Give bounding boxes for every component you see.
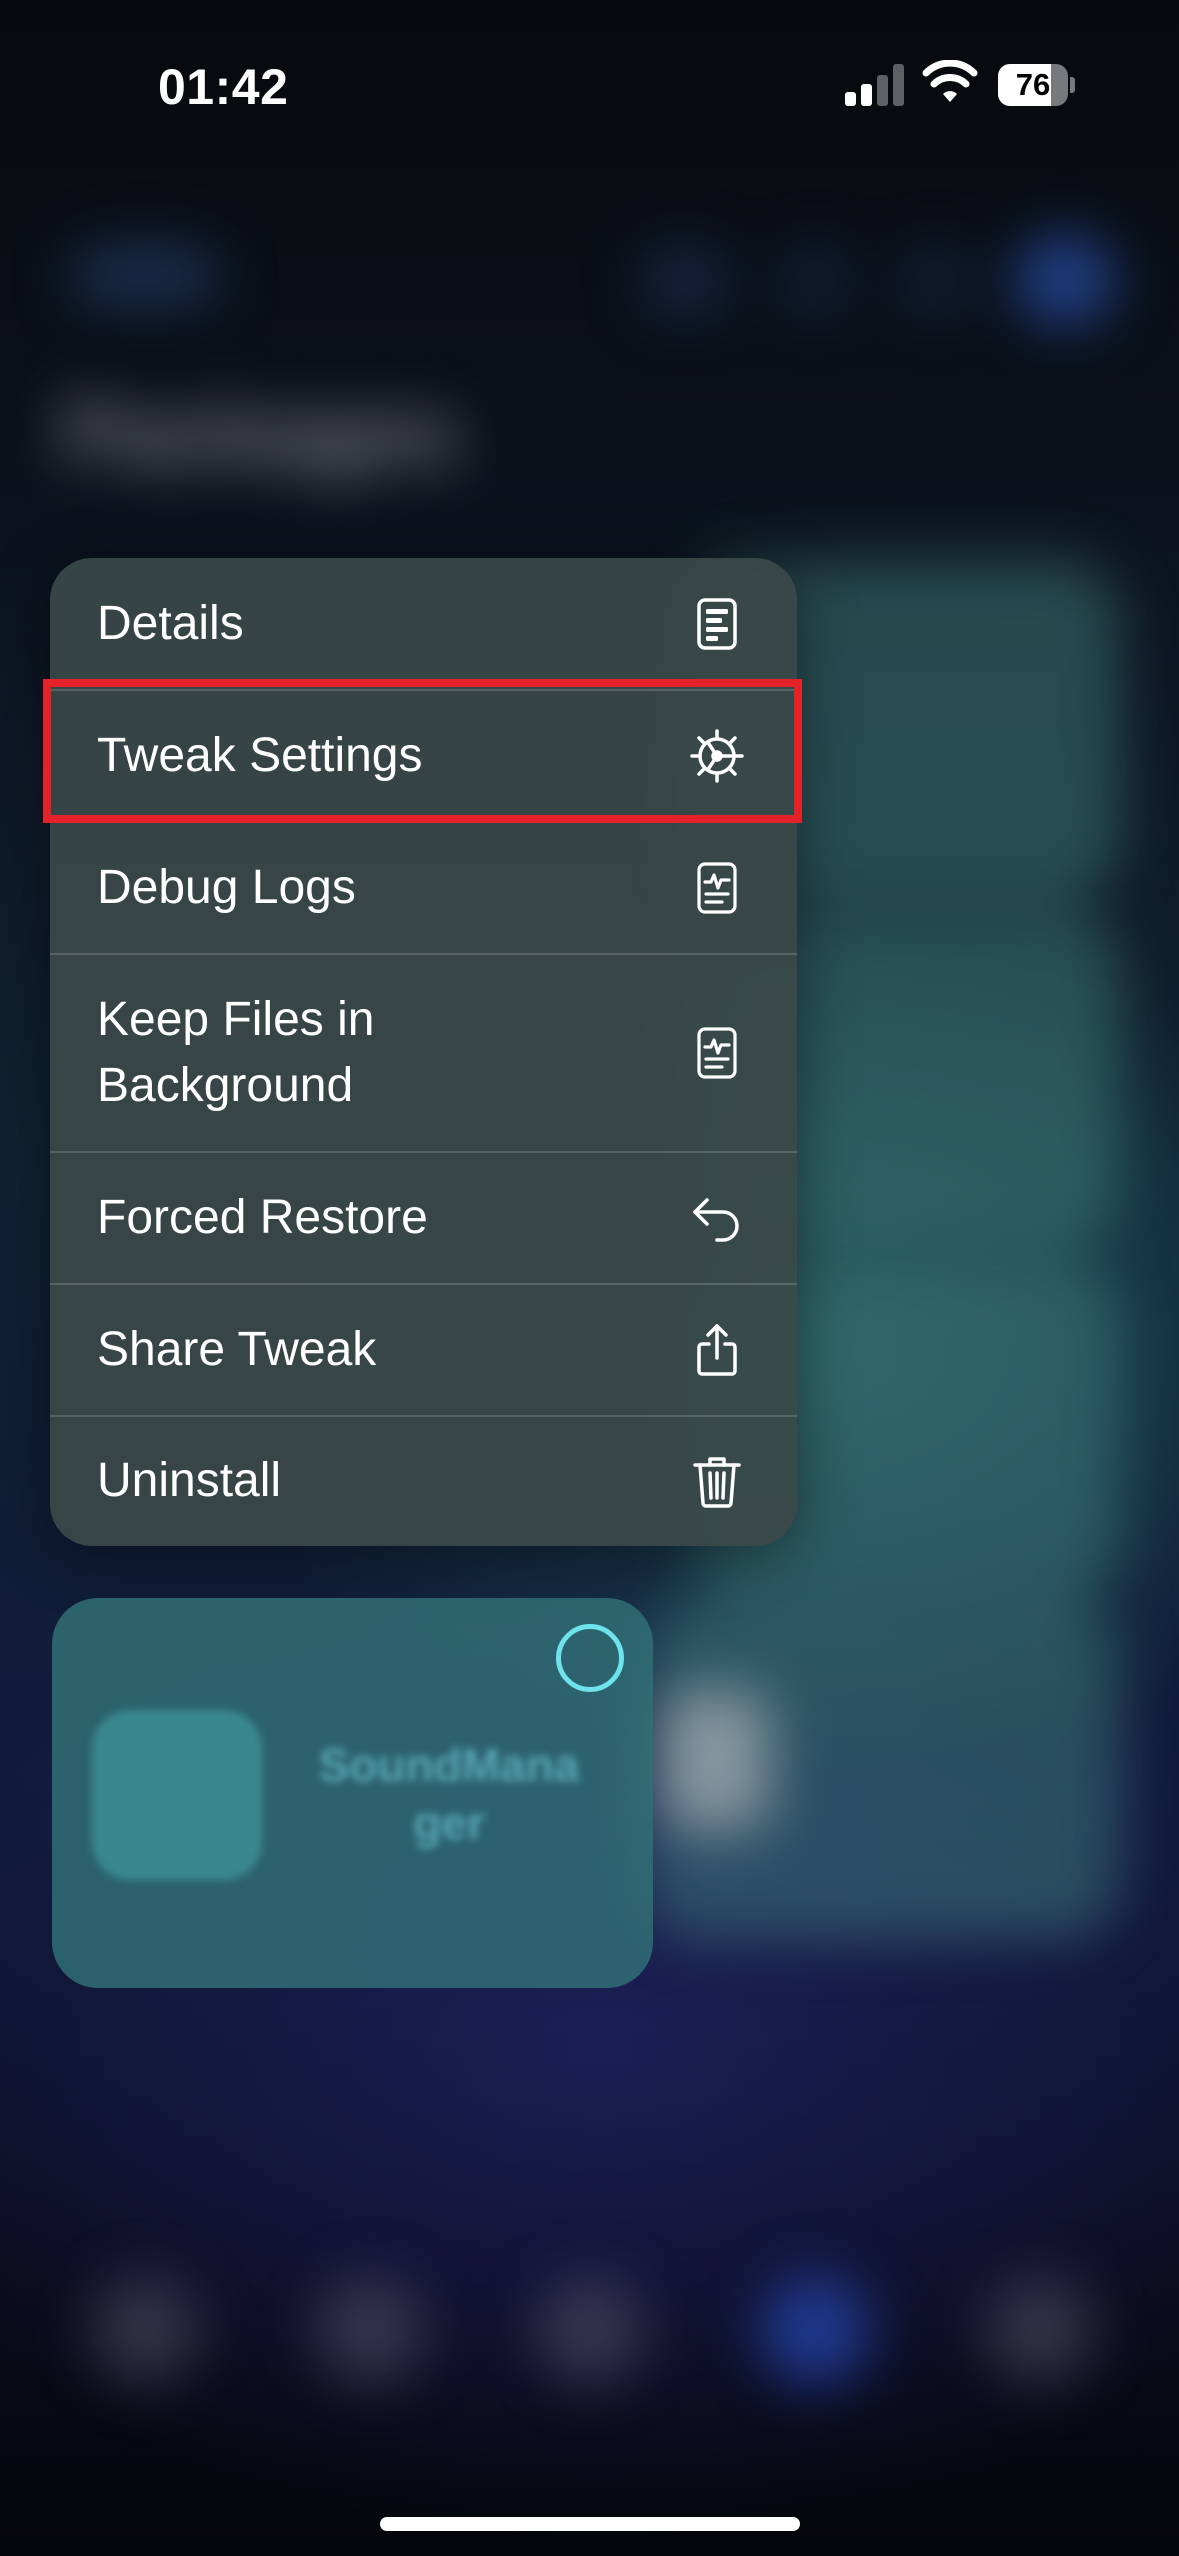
selection-circle[interactable] bbox=[556, 1624, 624, 1692]
menu-item-label: Details bbox=[97, 597, 244, 650]
background-tab-item bbox=[90, 2275, 200, 2385]
menu-item-share-tweak[interactable]: Share Tweak bbox=[50, 1284, 797, 1416]
cellular-signal-icon bbox=[845, 64, 905, 106]
trash-icon bbox=[693, 1457, 741, 1508]
battery-icon: 76 bbox=[998, 64, 1076, 106]
background-tab-item bbox=[985, 2275, 1095, 2385]
background-toolbar-button bbox=[900, 245, 970, 315]
share-icon bbox=[697, 1324, 737, 1376]
background-page-title: Packages bbox=[62, 386, 459, 482]
home-indicator[interactable] bbox=[380, 2517, 800, 2531]
tweak-app-icon bbox=[92, 1710, 262, 1880]
background-package-icon bbox=[660, 1690, 770, 1830]
menu-item-label: Forced Restore bbox=[97, 1191, 428, 1244]
background-back-button bbox=[70, 245, 220, 305]
background-toolbar-button bbox=[1015, 235, 1115, 325]
undo-arrow-icon bbox=[693, 1198, 739, 1242]
wifi-icon bbox=[922, 60, 978, 102]
status-time: 01:42 bbox=[158, 59, 289, 115]
menu-item-debug-logs[interactable]: Debug Logs bbox=[50, 822, 797, 954]
menu-item-forced-restore[interactable]: Forced Restore bbox=[50, 1152, 797, 1284]
menu-item-label: Share Tweak bbox=[97, 1323, 377, 1376]
menu-item-uninstall[interactable]: Uninstall bbox=[50, 1416, 797, 1546]
log-document-icon bbox=[697, 862, 737, 914]
background-tab-item bbox=[315, 2275, 425, 2385]
highlight-box bbox=[43, 679, 802, 823]
menu-item-label: Debug Logs bbox=[97, 861, 356, 914]
menu-item-keep-files-in-background[interactable]: Keep Files in Background bbox=[50, 954, 797, 1152]
document-icon bbox=[697, 598, 737, 650]
menu-item-details[interactable]: Details bbox=[50, 558, 797, 690]
background-toolbar-button bbox=[640, 245, 730, 315]
background-tab-item bbox=[535, 2275, 645, 2385]
status-bar: 01:42 76 bbox=[0, 0, 1179, 175]
menu-item-label: Keep Files in Background bbox=[97, 993, 375, 1112]
menu-item-label: Uninstall bbox=[97, 1454, 282, 1507]
battery-percent: 76 bbox=[1015, 67, 1051, 102]
tweak-name: SoundMana ger bbox=[318, 1739, 580, 1849]
log-document-icon bbox=[697, 1027, 737, 1079]
background-tab-item bbox=[760, 2275, 870, 2385]
background-toolbar-button bbox=[780, 245, 850, 315]
